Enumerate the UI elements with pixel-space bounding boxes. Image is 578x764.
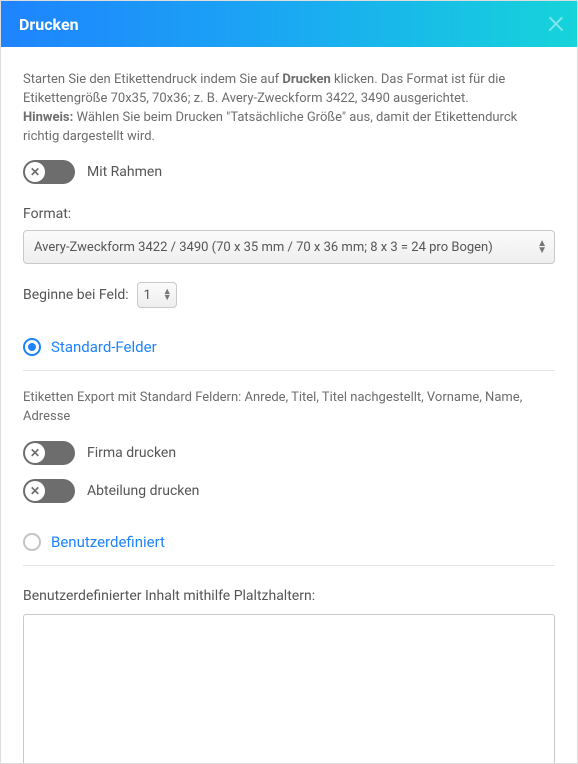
toggle-firma-label: Firma drucken: [87, 445, 176, 461]
dialog-body: Starten Sie den Etikettendruck indem Sie…: [1, 47, 577, 763]
standard-description: Etiketten Export mit Standard Feldern: A…: [23, 389, 555, 427]
updown-icon: ▲▼: [537, 240, 546, 254]
hint-label: Hinweis:: [23, 110, 73, 125]
radio-checked-icon: [23, 338, 41, 356]
radio-standard-felder[interactable]: Standard-Felder: [23, 338, 555, 356]
format-label: Format:: [23, 206, 555, 222]
begin-label: Beginne bei Feld:: [23, 287, 129, 303]
radio-standard-label: Standard-Felder: [51, 338, 157, 356]
intro-bold: Drucken: [282, 72, 330, 87]
hint-text: Wählen Sie beim Drucken "Tatsächliche Gr…: [23, 110, 517, 144]
intro-part1: Starten Sie den Etikettendruck indem Sie…: [23, 72, 282, 87]
close-icon[interactable]: ×: [547, 5, 565, 39]
radio-custom-label: Benutzerdefiniert: [51, 533, 165, 551]
dialog-title: Drucken: [19, 15, 79, 34]
format-selected-value: Avery-Zweckform 3422 / 3490 (70 x 35 mm …: [34, 240, 493, 255]
begin-field-select[interactable]: 1 ▲▼: [137, 282, 177, 308]
custom-content-label: Benutzerdefinierter Inhalt mithilfe Plal…: [23, 588, 555, 604]
x-icon: ✕: [30, 485, 40, 497]
radio-unchecked-icon: [23, 533, 41, 551]
begin-value: 1: [144, 288, 151, 303]
print-dialog: Drucken × Starten Sie den Etikettendruck…: [0, 0, 578, 764]
toggle-mit-rahmen-label: Mit Rahmen: [87, 164, 162, 180]
custom-content-textarea[interactable]: [23, 614, 555, 763]
updown-icon: ▲▼: [163, 289, 172, 301]
divider: [23, 370, 555, 371]
toggle-abteilung-label: Abteilung drucken: [87, 483, 199, 499]
intro-text: Starten Sie den Etikettendruck indem Sie…: [23, 71, 555, 146]
divider: [23, 565, 555, 566]
x-icon: ✕: [30, 166, 40, 178]
toggle-mit-rahmen[interactable]: ✕: [23, 160, 75, 184]
toggle-firma-drucken[interactable]: ✕: [23, 441, 75, 465]
dialog-titlebar: Drucken ×: [1, 1, 577, 47]
radio-benutzerdefiniert[interactable]: Benutzerdefiniert: [23, 533, 555, 551]
toggle-abteilung-drucken[interactable]: ✕: [23, 479, 75, 503]
format-select[interactable]: Avery-Zweckform 3422 / 3490 (70 x 35 mm …: [23, 230, 555, 264]
x-icon: ✕: [30, 447, 40, 459]
